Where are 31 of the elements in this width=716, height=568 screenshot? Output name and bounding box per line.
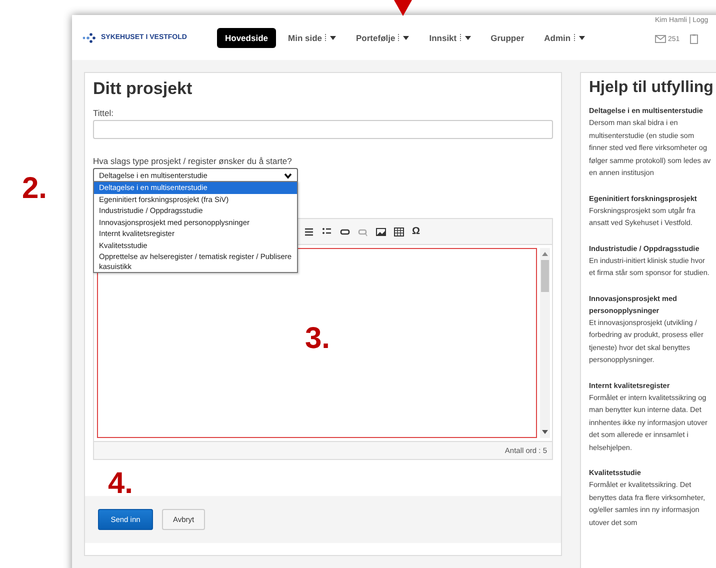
nav-tab[interactable]: Min side [280, 28, 344, 48]
scrollbar[interactable] [540, 248, 550, 438]
nav-tab[interactable]: Innsikt [421, 28, 479, 48]
page-title: Ditt prosjekt [93, 79, 194, 99]
pointer-triangle-icon [394, 0, 412, 16]
help-title: Hjelp til utfylling [589, 79, 714, 97]
link-icon[interactable] [340, 226, 350, 236]
table-icon[interactable] [394, 226, 404, 236]
nav-tab[interactable]: Hovedside [217, 28, 276, 48]
list-icon[interactable] [304, 226, 314, 236]
clipboard-icon[interactable] [690, 34, 698, 44]
field-label: Tittel: [93, 108, 114, 118]
scroll-up-icon[interactable] [542, 252, 548, 256]
special-character-button[interactable]: Ω [412, 226, 420, 237]
unlink-icon[interactable] [358, 226, 368, 236]
bulleted-list-icon[interactable] [322, 226, 332, 236]
step-number: 4. [108, 467, 134, 501]
logo-dots-icon [82, 32, 96, 44]
nav-tab[interactable]: Portefølje [348, 28, 418, 48]
scrollbar-thumb[interactable] [541, 260, 549, 292]
field-label: Hva slags type prosjekt / register ønsker du å starte? [93, 156, 293, 166]
nav-tab[interactable]: Admin [536, 28, 593, 48]
scroll-down-icon[interactable] [542, 430, 548, 434]
title-input[interactable] [93, 120, 553, 139]
nav-tab[interactable]: Grupper [482, 28, 532, 48]
envelope-icon[interactable] [655, 35, 666, 43]
step-number: 2. [22, 172, 48, 206]
image-icon[interactable] [376, 226, 386, 236]
chevron-down-icon [284, 172, 292, 178]
step-number: 3. [305, 322, 330, 356]
text-area[interactable] [97, 248, 537, 438]
